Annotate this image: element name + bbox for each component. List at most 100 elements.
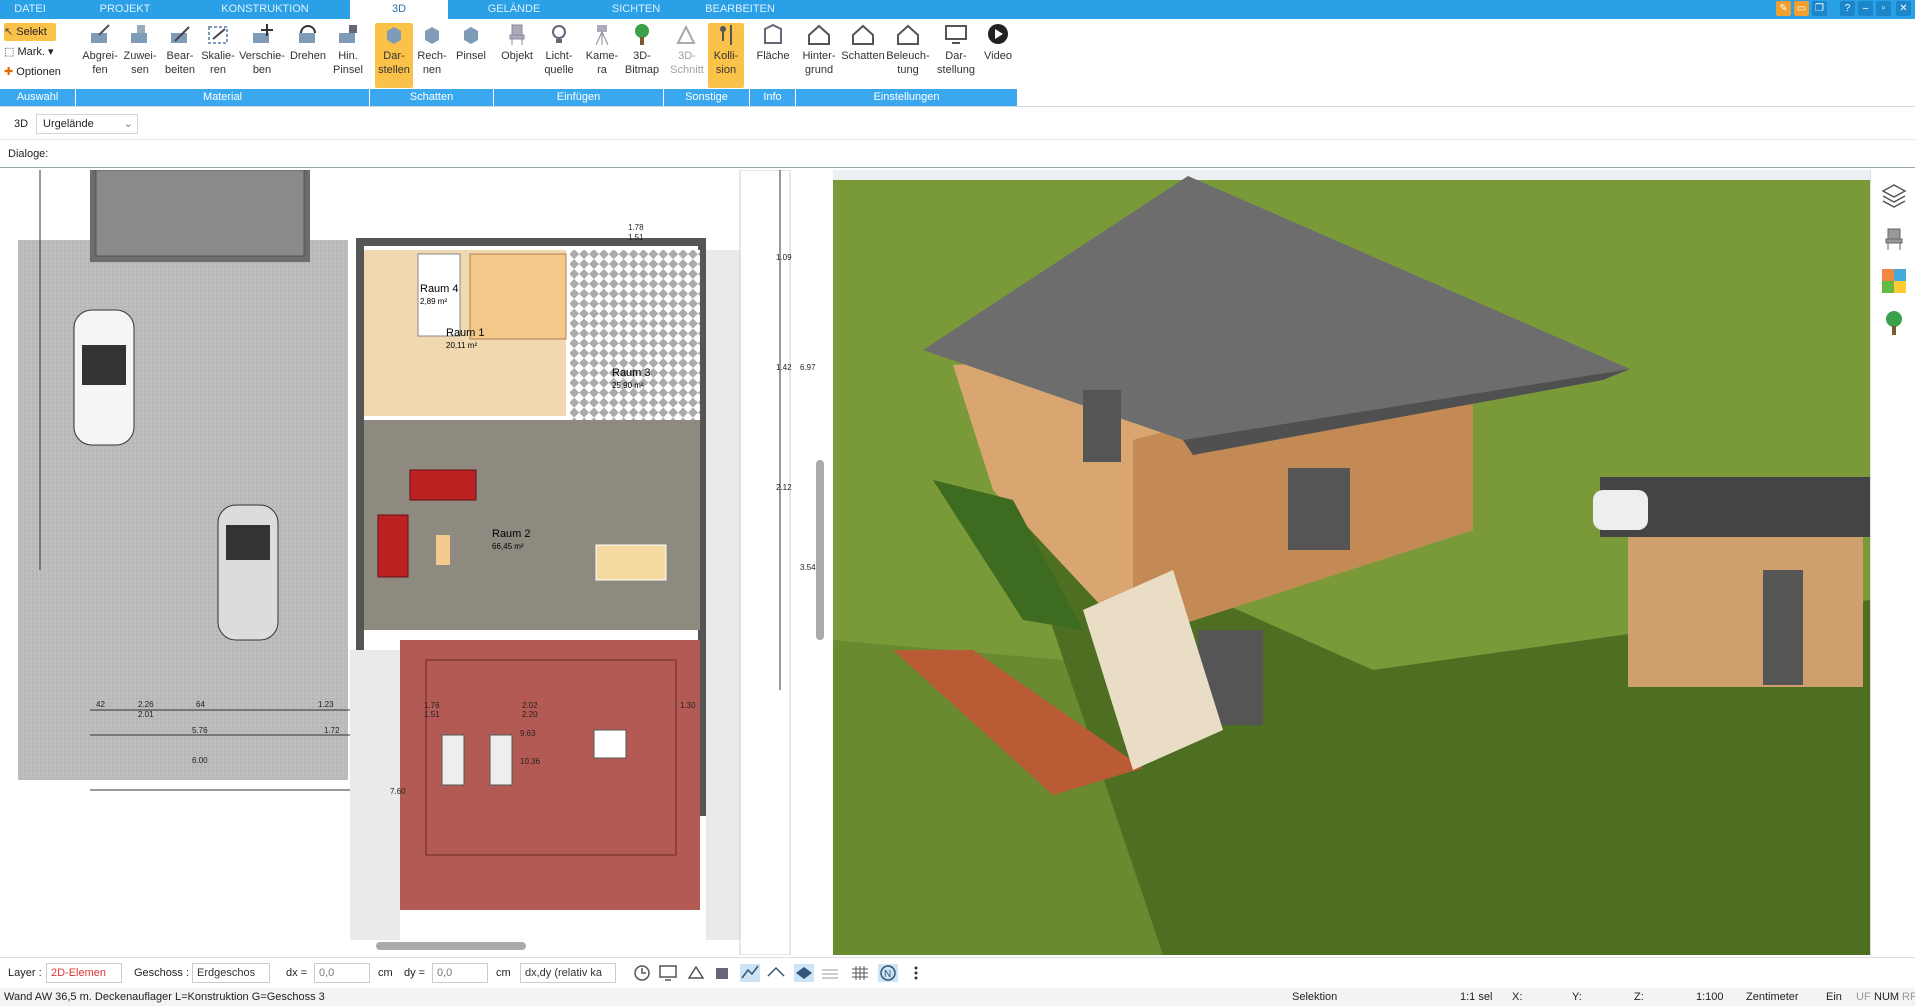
abgreifen-button[interactable]: Abgrei-fen [80,23,120,88]
skalieren-button[interactable]: Skalie-ren [198,23,238,88]
status-y: Y: [1572,991,1582,1003]
room-name-raum-2: Raum 2 [492,528,531,540]
grid-icon[interactable] [850,964,870,982]
dialog-bar: Dialoge: [0,141,1915,168]
optionen-button[interactable]: ✚ Optionen [4,63,74,81]
hintergrund-button[interactable]: Hinter-grund [797,23,841,88]
layer-value: 2D-Elemen [51,967,107,979]
grid-angle-icon[interactable] [740,964,760,982]
terrain-dropdown[interactable]: Urgelände ⌄ [36,114,138,134]
relative-dropdown[interactable]: dx,dy (relativ ka [520,963,616,983]
floor-plan-view[interactable]: Raum 4 2,89 m² Raum 1 20,11 m² Raum 3 25… [0,170,828,955]
drehen-button[interactable]: Drehen [287,23,329,88]
lichtquelle-button[interactable]: Licht-quelle [538,23,580,88]
tab-3d[interactable]: 3D [350,0,448,19]
room-area-raum-1: 20,11 m² [446,341,477,350]
mark-button[interactable]: ⬚ Mark. ▾ [4,43,68,61]
collision-icon [720,25,732,45]
room-name-raum-3: Raum 3 [612,367,651,379]
more-options-icon[interactable] [906,964,926,982]
3d-schnitt-button[interactable]: 3D- Schnitt [668,23,706,88]
tab-datei[interactable]: DATEI [0,0,60,19]
hin-pinsel-label-1: Hin. [338,50,358,62]
restore-icon[interactable]: ▫ [1876,1,1891,16]
darstellung-button[interactable]: Dar-stellung [934,23,978,88]
bearbeiten-label-1: Bear- [166,50,194,62]
rechnen-label-1: Rech- [417,50,447,62]
tab-bearbeiten[interactable]: BEARBEITEN [700,0,780,19]
dim-label: 9.63 [520,729,536,738]
layer-dropdown[interactable]: 2D-Elemen [46,963,122,983]
video-button[interactable]: Video [978,23,1018,88]
tools-icon[interactable]: ✎ [1776,1,1791,16]
minimize-icon[interactable]: – [1858,1,1873,16]
tab-konstruktion[interactable]: KONSTRUKTION [215,0,315,19]
selekt-button[interactable]: ↖ Selekt [4,23,56,41]
windows-icon[interactable]: ❐ [1812,1,1827,16]
background-house-icon [808,24,830,45]
status-x: X: [1512,991,1523,1003]
tab-projekt[interactable]: PROJEKT [90,0,160,19]
kamera-button[interactable]: Kame-ra [582,23,622,88]
darstellen-button[interactable]: Dar-stellen [375,23,413,88]
monitor-icon[interactable] [658,964,678,982]
rechnen-button[interactable]: Rech-nen [413,23,451,88]
layer-stack-icon[interactable] [712,964,732,982]
dialog-label: Dialoge: [8,148,49,160]
dim-label: 2.20 [522,710,538,719]
layers-icon[interactable] [1881,182,1907,208]
abgreifen-label-2: fen [92,64,108,76]
zuweisen-button[interactable]: Zuwei-sen [120,23,160,88]
3d-view[interactable] [833,170,1870,955]
dim-label: 6.97 [800,363,816,372]
dim-label: 7.60 [390,787,406,796]
snap-icon[interactable] [686,964,706,982]
schatten-button[interactable]: Schatten [841,23,885,88]
tab-sichten[interactable]: SICHTEN [600,0,672,19]
optionen-label: Optionen [16,66,61,78]
kollision-button[interactable]: Kolli-sion [708,23,744,88]
dx-input[interactable]: 0,0 [314,963,370,983]
group-einstellungen: Einstellungen [796,89,1018,106]
darstellung-label-2: stellung [937,64,975,76]
darstellen-label-1: Dar- [383,50,405,62]
tree-icon[interactable] [1881,310,1907,336]
objekt-button[interactable]: Objekt [496,23,538,88]
hin-pinsel-button[interactable]: Hin. Pinsel [330,23,366,88]
shadow-cube-icon [387,27,401,44]
tab-gelaende[interactable]: GELÄNDE [475,0,553,19]
zuweisen-label-1: Zuwei- [123,50,157,62]
vertical-scrollbar[interactable] [816,460,824,640]
bearbeiten-button[interactable]: Bear-beiten [160,23,200,88]
geschoss-dropdown[interactable]: Erdgeschos [192,963,270,983]
pinsel-button[interactable]: Pinsel [451,23,491,88]
kamera-label-1: Kame- [585,50,619,62]
dx-label: dx = [286,967,308,979]
chair-icon[interactable] [1881,226,1907,252]
close-icon[interactable]: ✕ [1896,1,1911,16]
materials-icon[interactable] [1881,268,1907,294]
north-icon[interactable]: N [878,964,898,982]
clock-icon[interactable] [632,964,652,982]
view-mode-label: 3D [14,118,29,130]
3d-bitmap-button[interactable]: 3D- Bitmap [622,23,662,88]
zuweisen-label-2: sen [131,64,149,76]
abgreifen-label-1: Abgrei- [82,50,118,62]
beleuchtung-button[interactable]: Beleuch-tung [886,23,930,88]
lichtquelle-label-2: quelle [544,64,574,76]
folder-icon[interactable]: ▭ [1794,1,1809,16]
help-icon[interactable]: ? [1840,1,1855,16]
wall-snap-icon[interactable] [766,964,786,982]
selekt-label: Selekt [16,26,47,38]
flaeche-button[interactable]: Fläche [752,23,794,88]
svg-text:N: N [884,969,891,980]
terrain-value: Urgelände [43,118,94,130]
beleuchtung-label-1: Beleuch- [886,50,930,62]
plane-icon[interactable] [794,964,814,982]
dim-label: 1.42 [776,363,792,372]
verschieben-button[interactable]: Verschie-ben [238,23,286,88]
dy-value: 0,0 [437,967,453,979]
horizontal-scrollbar[interactable] [376,942,526,950]
hatch-icon[interactable] [820,964,840,982]
dy-input[interactable]: 0,0 [432,963,488,983]
